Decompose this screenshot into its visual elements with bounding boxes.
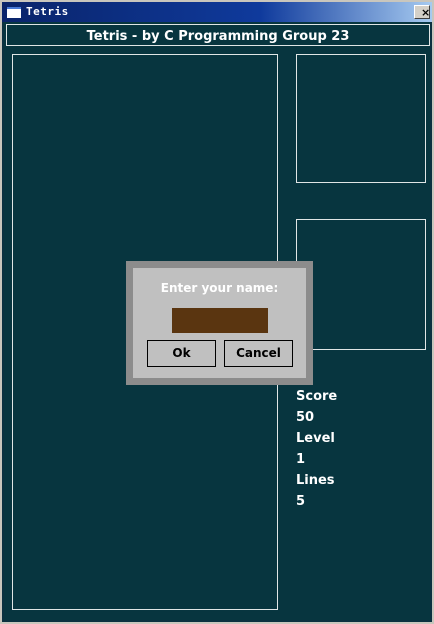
score-value: 50 <box>296 410 315 425</box>
next-piece-panel <box>296 54 426 183</box>
title-bar[interactable]: Tetris × <box>2 2 432 22</box>
header-banner: Tetris - by C Programming Group 23 <box>6 24 430 46</box>
score-label: Score <box>296 389 338 404</box>
stats-panel: Score 50 Level 1 Lines 5 <box>296 386 337 512</box>
level-value: 1 <box>296 452 306 467</box>
ok-button[interactable]: Ok <box>147 340 216 367</box>
game-window: Tetris × Tetris - by C Programming Group… <box>0 0 434 624</box>
cancel-button[interactable]: Cancel <box>224 340 293 367</box>
name-prompt: Enter your name: <box>160 281 279 295</box>
level-label: Level <box>296 431 335 446</box>
window-icon <box>7 7 21 18</box>
lines-value: 5 <box>296 494 306 509</box>
header-title: Tetris - by C Programming Group 23 <box>86 29 350 44</box>
preview-panel <box>296 219 426 350</box>
close-button[interactable]: × <box>414 5 430 19</box>
name-input[interactable] <box>172 308 268 333</box>
window-title: Tetris <box>26 5 69 18</box>
lines-label: Lines <box>296 473 335 488</box>
name-dialog: Enter your name: Ok Cancel <box>133 268 306 378</box>
